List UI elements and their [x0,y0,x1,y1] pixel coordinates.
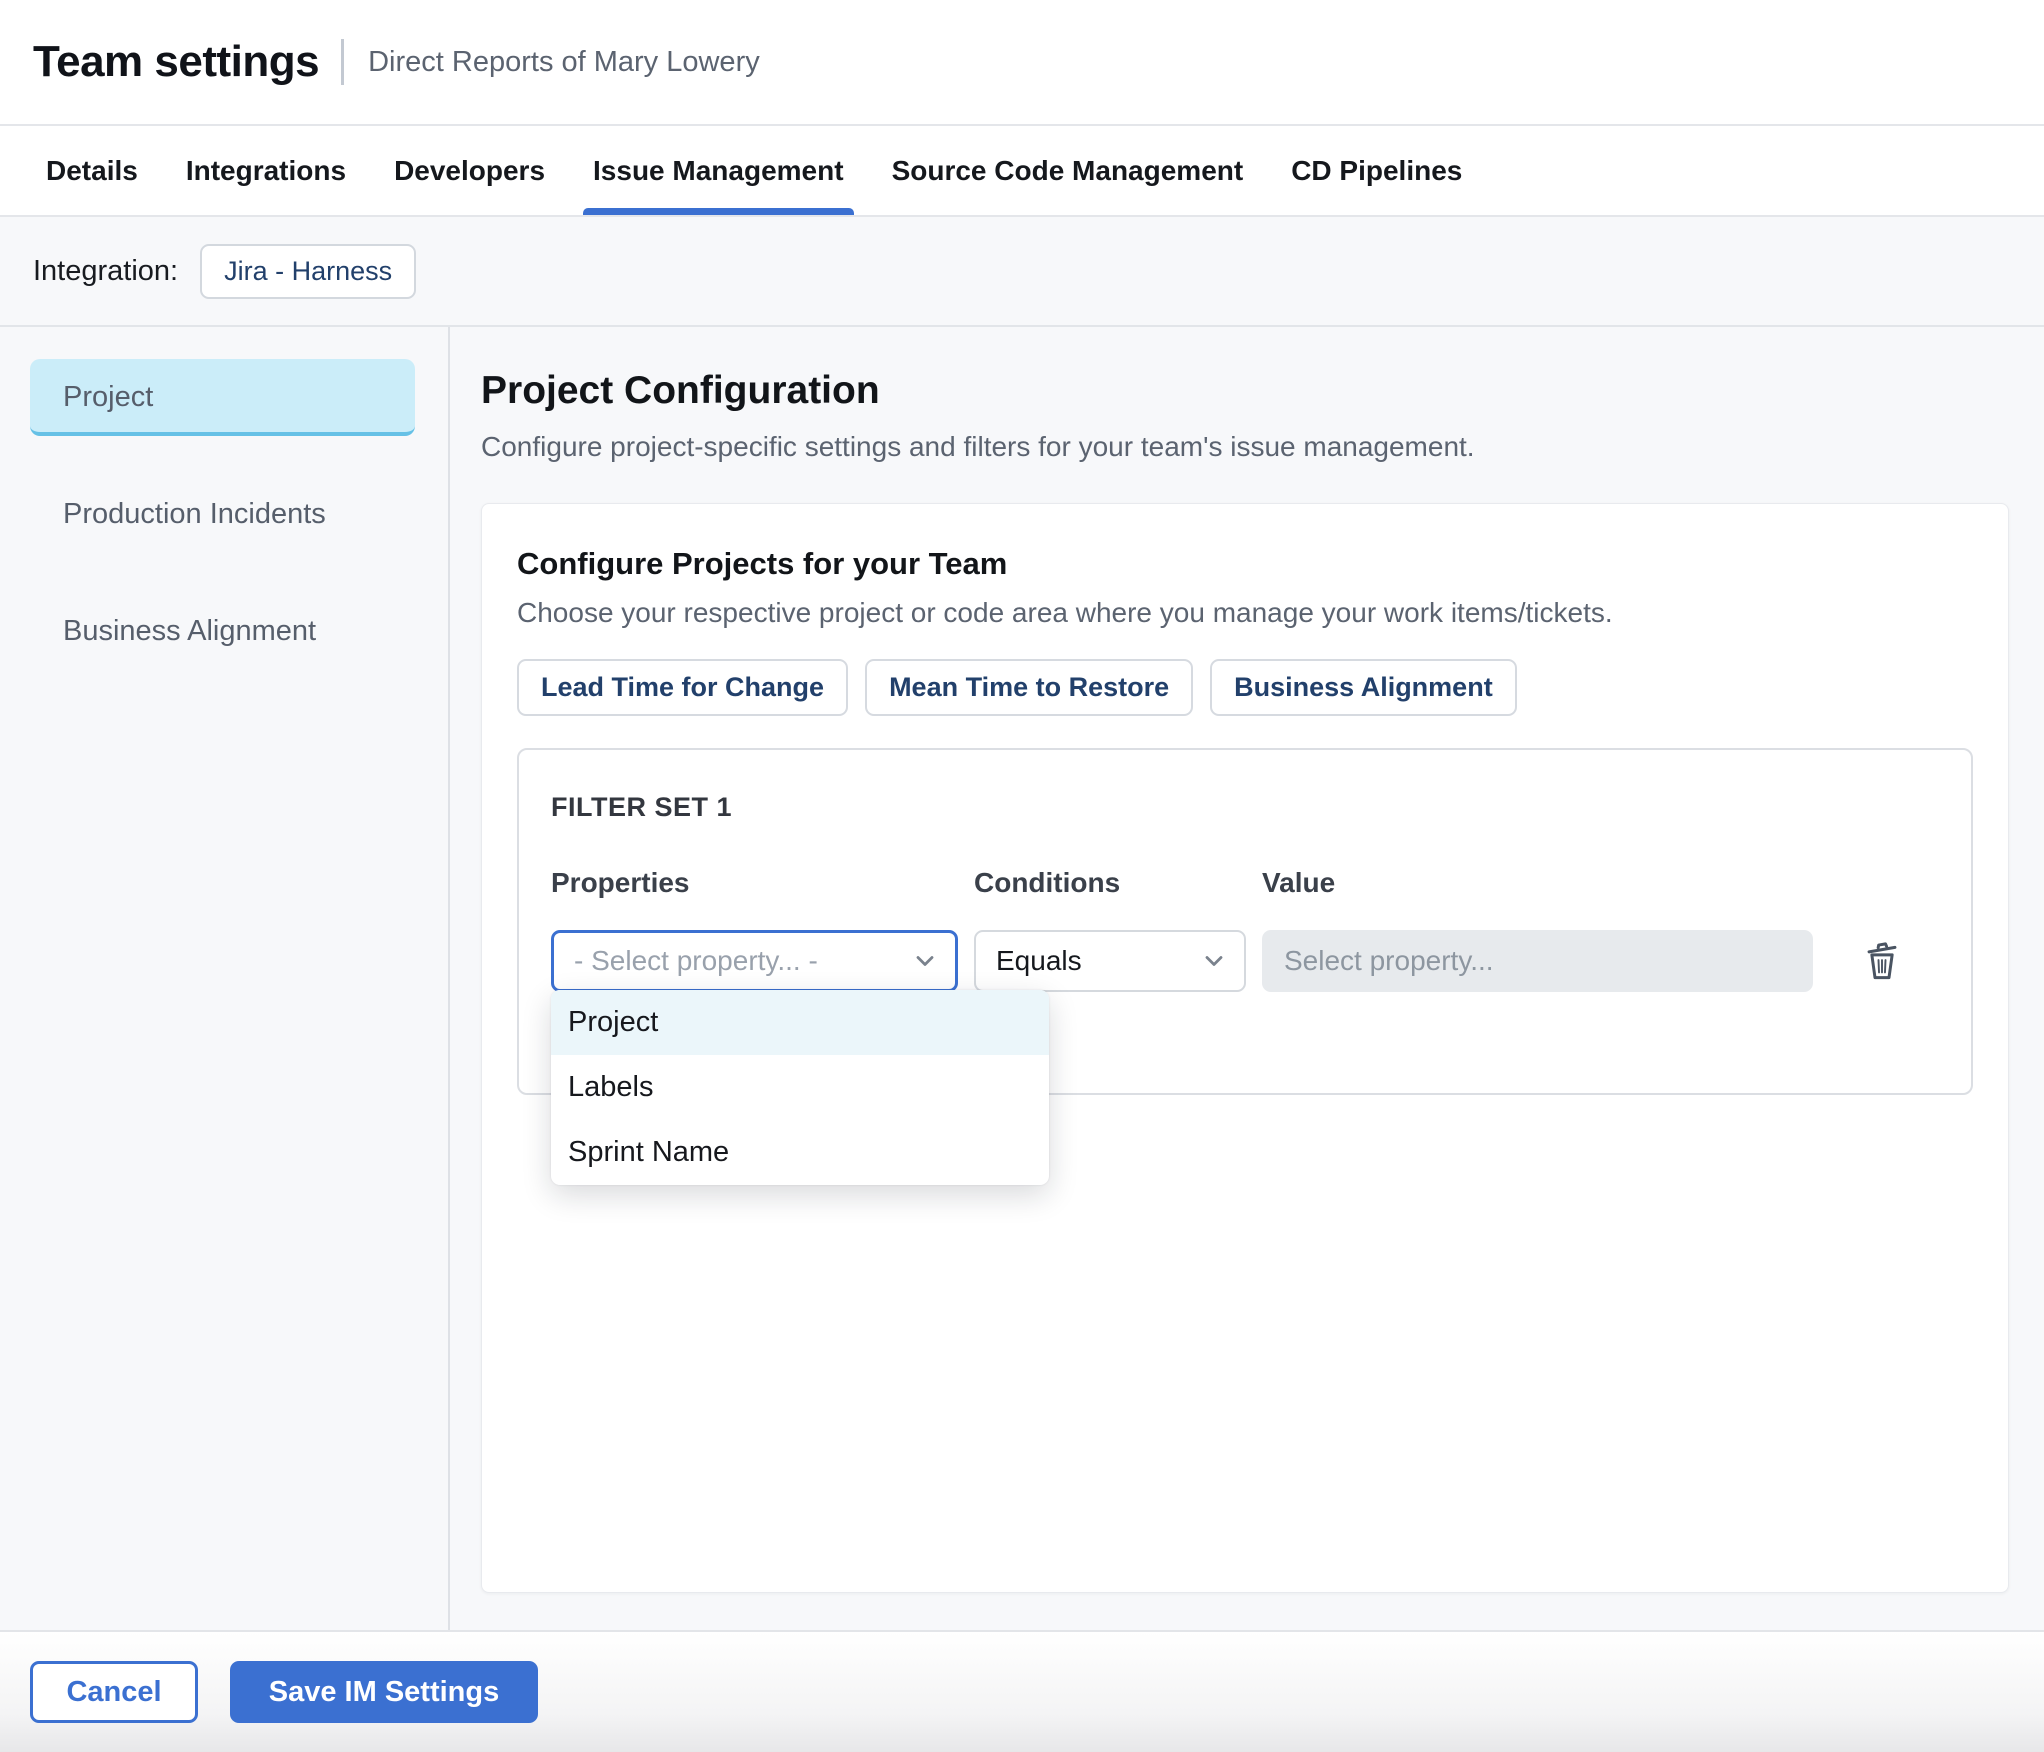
tab-developers[interactable]: Developers [394,126,545,215]
card-description: Choose your respective project or code a… [517,597,1613,628]
properties-select-placeholder: - Select property... - [574,945,818,976]
settings-sidebar: Project Production Incidents Business Al… [0,327,450,1630]
content-area: Project Production Incidents Business Al… [0,327,2044,1630]
main-panel: Project Configuration Configure project-… [450,327,2044,1630]
sidebar-item-business-alignment[interactable]: Business Alignment [30,593,415,670]
configure-projects-card: Configure Projects for your Team Choose … [481,503,2009,1593]
section-title: Project Configuration [481,369,880,412]
conditions-select-value: Equals [996,945,1082,976]
column-header-properties: Properties [551,867,690,898]
sidebar-item-project[interactable]: Project [30,359,415,436]
conditions-select[interactable]: Equals [974,930,1246,992]
tab-cd-pipelines[interactable]: CD Pipelines [1291,126,1462,215]
chevron-down-icon [916,956,934,966]
chip-mean-time-to-restore[interactable]: Mean Time to Restore [865,659,1194,716]
chevron-down-icon [1205,956,1223,966]
column-header-conditions: Conditions [974,867,1121,898]
card-title: Configure Projects for your Team [517,546,1008,581]
chip-lead-time-for-change[interactable]: Lead Time for Change [517,659,849,716]
dropdown-option-sprint-name[interactable]: Sprint Name [551,1120,1049,1185]
delete-filter-button[interactable] [1861,937,1903,985]
save-im-settings-button[interactable]: Save IM Settings [230,1661,538,1723]
properties-dropdown: Project Labels Sprint Name [551,990,1049,1185]
integration-label: Integration: [33,254,179,287]
tab-bar: Details Integrations Developers Issue Ma… [0,126,2044,217]
tab-integrations[interactable]: Integrations [186,126,346,215]
filter-column-headers: Properties Conditions Value [551,867,1937,899]
metric-chips: Lead Time for Change Mean Time to Restor… [517,659,1973,716]
column-header-value: Value [1262,867,1336,898]
sidebar-item-production-incidents[interactable]: Production Incidents [30,476,415,553]
properties-select[interactable]: - Select property... - [551,930,958,992]
page-subtitle: Direct Reports of Mary Lowery [368,45,760,78]
value-input[interactable] [1262,930,1813,992]
filter-set-title: FILTER SET 1 [551,792,733,822]
footer-bar: Cancel Save IM Settings [0,1630,2044,1752]
tab-issue-management[interactable]: Issue Management [583,126,854,215]
integration-row: Integration: Jira - Harness [0,217,2044,327]
cancel-button[interactable]: Cancel [30,1661,198,1723]
dropdown-option-labels[interactable]: Labels [551,1055,1049,1120]
section-description: Configure project-specific settings and … [481,431,1475,462]
trash-icon [1867,942,1897,980]
page-header: Team settings Direct Reports of Mary Low… [0,0,2044,126]
integration-chip-jira-harness[interactable]: Jira - Harness [200,243,417,299]
tab-details[interactable]: Details [46,126,138,215]
dropdown-option-project[interactable]: Project [551,990,1049,1055]
chip-business-alignment[interactable]: Business Alignment [1210,659,1517,716]
tab-source-code-management[interactable]: Source Code Management [892,126,1244,215]
filter-row: - Select property... - Equals [551,930,1937,992]
page-title: Team settings [33,37,320,86]
title-divider [341,39,345,85]
filter-set-1: FILTER SET 1 Properties Conditions Value… [517,748,1973,1185]
